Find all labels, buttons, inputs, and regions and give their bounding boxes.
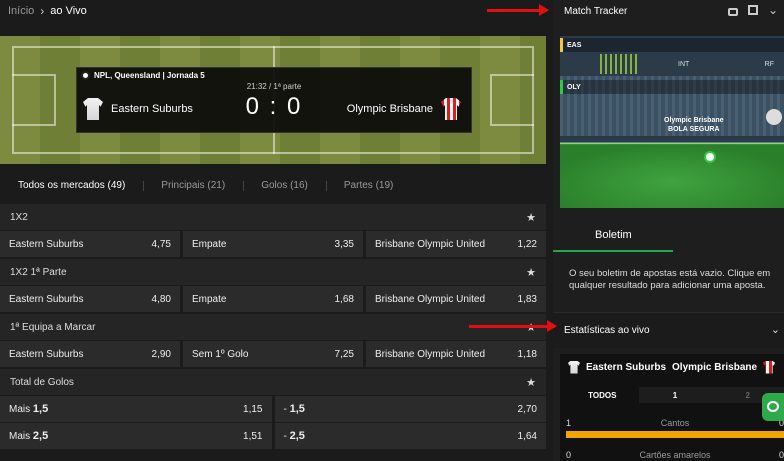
match-tracker-title: Match Tracker <box>564 5 628 17</box>
chat-icon <box>767 401 779 412</box>
odd-button[interactable]: Eastern Suburbs 4,75 <box>0 231 180 257</box>
right-panel: Match Tracker ⌄ EAS OLY INT RF Olympic B… <box>553 0 784 461</box>
tab-halves[interactable]: Partes (19) <box>325 180 411 191</box>
odd-button[interactable]: Brisbane Olympic United 1,22 <box>366 231 546 257</box>
odd-button[interactable]: - 1,5 2,70 <box>274 396 546 422</box>
star-icon[interactable]: ★ <box>526 211 536 224</box>
away-team: Olympic Brisbane <box>311 98 471 120</box>
tab-first-half[interactable]: 1 <box>638 387 712 403</box>
stat-row-corners: 1 Cantos 0 <box>566 418 784 428</box>
stats-away-team: Olympic Brisbane <box>672 361 758 373</box>
odd-button[interactable]: Eastern Suburbs 4,80 <box>0 286 180 312</box>
stat-row-yellow-cards: 0 Cartões amarelos 0 <box>566 450 784 460</box>
market-first-team-to-score: 1ª Equipa a Marcar★ Eastern Suburbs2,90 … <box>0 314 546 367</box>
betslip-tab-indicator <box>553 250 673 252</box>
competition-label: NPL, Queensland | Jornada 5 <box>81 71 205 80</box>
tracker-label-int: INT <box>678 61 690 68</box>
lock-icon[interactable] <box>728 8 738 16</box>
home-shirt-icon <box>568 360 580 374</box>
tab-goals[interactable]: Golos (16) <box>243 180 326 191</box>
odd-button[interactable]: Empate 1,68 <box>183 286 363 312</box>
market-1x2: 1X2 ★ Eastern Suburbs 4,75 Empate 3,35 Bris… <box>0 204 546 257</box>
football-icon <box>81 71 90 80</box>
match-time: 21:32 / 1ª parte <box>246 82 302 91</box>
tracker-home-row: EAS <box>560 38 784 52</box>
away-shirt-icon <box>763 360 776 374</box>
odd-button[interactable]: Mais 2,5 1,51 <box>0 423 272 449</box>
tab-betslip[interactable]: Boletim <box>553 220 784 250</box>
breadcrumb: Início › ao Vivo <box>0 0 546 22</box>
stat-bar-corners <box>566 431 784 438</box>
market-title: 1ª Equipa a Marcar <box>10 321 96 333</box>
breadcrumb-separator-icon: › <box>40 4 45 18</box>
left-panel: Início › ao Vivo NPL, Queensland | Jorna… <box>0 0 546 461</box>
away-shirt-icon <box>441 98 461 120</box>
breadcrumb-home[interactable]: Início <box>8 5 34 17</box>
match-tracker-widget: EAS OLY INT RF Olympic Brisbane BOLA SEG… <box>560 36 784 208</box>
tracker-away-row: OLY <box>560 80 784 94</box>
live-stats-header[interactable]: Estatísticas ao vivo ⌄ <box>553 312 784 348</box>
chevron-down-icon: ⌄ <box>770 324 780 336</box>
home-shirt-icon <box>83 98 103 120</box>
tracker-menu-icon[interactable] <box>766 109 782 125</box>
tracker-label-rf: RF <box>764 61 774 68</box>
odd-button[interactable]: Sem 1º Golo 7,25 <box>183 341 363 367</box>
odd-button[interactable]: Brisbane Olympic United 1,18 <box>366 341 546 367</box>
odd-button[interactable]: Eastern Suburbs 2,90 <box>0 341 180 367</box>
odd-button[interactable]: - 2,5 1,64 <box>274 423 546 449</box>
odd-button[interactable]: Empate 3,35 <box>183 231 363 257</box>
live-stats-card: Eastern Suburbs Olympic Brisbane TODOS 1… <box>560 354 784 461</box>
chat-button[interactable] <box>762 393 784 421</box>
tab-main[interactable]: Principais (21) <box>143 180 243 191</box>
market-total-goals: Total de Golos ★ Mais 1,5 1,15 - 1,5 2,70 M… <box>0 369 546 449</box>
market-tabs: Todos os mercados (49) Principais (21) G… <box>0 172 546 198</box>
tab-all[interactable]: TODOS <box>566 387 639 403</box>
momentum-graph <box>600 54 640 74</box>
betslip-empty-message: O seu boletim de apostas está vazio. Cli… <box>569 268 771 291</box>
annotation-arrow <box>487 4 549 16</box>
scoreboard: NPL, Queensland | Jornada 5 21:32 / 1ª p… <box>76 67 472 133</box>
breadcrumb-current: ao Vivo <box>50 5 87 17</box>
market-title: 1X2 <box>10 211 28 223</box>
stats-home-team: Eastern Suburbs <box>586 361 667 373</box>
tab-all-markets[interactable]: Todos os mercados (49) <box>0 180 143 191</box>
ball-position-icon <box>704 151 716 163</box>
star-icon[interactable]: ★ <box>526 376 536 389</box>
market-title: 1X2 1ª Parte <box>10 266 67 278</box>
home-team: Eastern Suburbs <box>77 98 237 120</box>
market-title: Total de Golos <box>10 376 74 388</box>
stats-period-tabs: TODOS 1 2 <box>566 387 784 403</box>
expand-icon[interactable] <box>748 5 758 15</box>
tracker-status: Olympic Brisbane BOLA SEGURA <box>664 117 724 133</box>
match-tracker-header: Match Tracker ⌄ <box>553 0 784 22</box>
tracker-field <box>560 142 784 208</box>
chevron-down-icon[interactable]: ⌄ <box>768 4 778 16</box>
odd-button[interactable]: Brisbane Olympic United 1,83 <box>366 286 546 312</box>
odd-button[interactable]: Mais 1,5 1,15 <box>0 396 272 422</box>
market-1x2-first-half: 1X2 1ª Parte ★ Eastern Suburbs 4,80 Empate… <box>0 259 546 312</box>
star-icon[interactable]: ★ <box>526 266 536 279</box>
annotation-arrow <box>469 320 557 332</box>
